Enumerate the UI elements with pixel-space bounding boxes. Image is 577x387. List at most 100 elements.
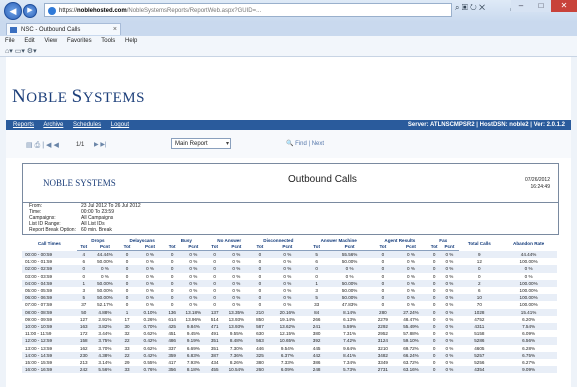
refresh-icon[interactable]: ↻ (470, 3, 477, 12)
table-cell: 44.44% (90, 250, 120, 259)
call-time-cell: 00:00 - 00:59 (22, 250, 77, 259)
address-tools[interactable]: ⌕ ▣ ↻ ✕ (455, 3, 485, 13)
app-nav-strip: Reports Archive Schedules Logout Server:… (6, 120, 571, 130)
home-dropdown-icon[interactable]: ⌂▾ (5, 48, 13, 55)
table-cell: 9.19% (179, 337, 208, 345)
table-cell: 50.00% (327, 294, 372, 302)
table-cell: 260 (250, 366, 269, 374)
nav-logout-link[interactable]: Logout (111, 122, 129, 128)
table-cell: 100.00% (500, 294, 557, 302)
table-cell: 0 % (179, 279, 208, 288)
table-row: 14:00 - 14:59 230 4.38% 22 0.42% 359 6.83% 387 7… (22, 351, 557, 360)
table-cell: 0 % (440, 250, 459, 259)
find-icon[interactable]: 🔍 (286, 141, 293, 147)
feeds-dropdown-icon[interactable]: ▭▾ (15, 48, 25, 55)
table-cell: 19.14% (268, 315, 306, 324)
table-cell: 0 % (221, 294, 251, 302)
table-cell: 137 (207, 308, 222, 316)
table-cell: 6 (76, 258, 91, 266)
table-cell: 52.17% (90, 301, 120, 309)
table-cell: 0 % (221, 258, 251, 266)
table-cell: 0 % (179, 294, 208, 302)
call-time-cell: 06:00 - 06:59 (22, 294, 77, 302)
table-cell: 2279 (371, 315, 394, 324)
table-cell: 100.00% (500, 287, 557, 295)
table-cell: 69.72% (394, 344, 428, 352)
table-cell: 0 (165, 301, 180, 309)
close-window-button[interactable]: ✕ (551, 0, 577, 12)
table-cell: 0 (250, 265, 269, 273)
table-cell: 380 (250, 359, 269, 367)
table-cell: 8.14% (327, 308, 372, 316)
table-cell: 0 (165, 279, 180, 288)
settings-dropdown-icon[interactable]: ⚙▾ (27, 48, 37, 55)
menu-view[interactable]: View (44, 38, 57, 44)
table-cell: 0 % (134, 272, 166, 280)
first-page-icon[interactable]: |◀ (42, 142, 53, 149)
table-cell: 0 % (221, 279, 251, 288)
tab-close-icon[interactable]: × (113, 24, 117, 36)
table-cell: 0 (76, 265, 91, 273)
table-cell: 32 (119, 330, 135, 338)
menu-file[interactable]: File (5, 38, 15, 44)
table-cell: 337 (165, 344, 180, 352)
menu-help[interactable]: Help (125, 38, 137, 44)
nav-schedules-link[interactable]: Schedules (73, 122, 101, 128)
address-bar[interactable]: https://noblehosted.com/NobleSystemsRepo… (44, 3, 452, 17)
table-cell: 4.38% (90, 351, 120, 360)
report-section-select[interactable]: Main Report ▾ (171, 138, 231, 149)
search-icon[interactable]: ⌕ (455, 3, 459, 12)
table-row: 08:00 - 08:59 50 4.88% 1 0.10% 136 13.18% 137 13… (22, 308, 557, 316)
table-cell: 9 (458, 250, 501, 259)
table-cell: 7.93% (179, 359, 208, 367)
table-cell: 0 (371, 294, 394, 302)
call-time-cell: 11:00 - 11:59 (22, 330, 77, 338)
col-abandon-rate: Abandon Rate (513, 241, 545, 247)
nav-reports-link[interactable]: Reports (13, 122, 34, 128)
stop-icon[interactable]: ✕ (479, 3, 485, 12)
table-cell: 0 (250, 279, 269, 288)
table-cell: 13.18% (179, 308, 208, 316)
find-control[interactable]: 🔍 Find | Next (286, 140, 324, 147)
table-cell: 30 (119, 323, 135, 331)
table-cell: 0 % (134, 294, 166, 302)
table-cell: 587 (250, 323, 269, 331)
table-cell: 6.28% (500, 344, 557, 352)
table-cell: 445 (305, 344, 328, 352)
table-cell: 33 (119, 344, 135, 352)
table-cell: 7.34% (327, 359, 372, 367)
table-cell: 5158 (458, 330, 501, 338)
logo-initial: N (12, 86, 27, 107)
table-cell: 213 (76, 359, 91, 367)
menu-tools[interactable]: Tools (101, 38, 115, 44)
forward-button[interactable]: ▶ (23, 4, 37, 18)
table-cell: 0 % (394, 250, 428, 259)
menu-favorites[interactable]: Favorites (67, 38, 92, 44)
table-cell: 10.54% (221, 366, 251, 374)
table-cell: 0 % (179, 301, 208, 309)
table-row: 10:00 - 10:59 163 3.82% 30 0.70% 425 9.84% 471 1… (22, 323, 557, 331)
back-button[interactable]: ◀ (4, 2, 22, 20)
table-cell: 3.75% (90, 337, 120, 345)
call-time-cell: 01:00 - 01:59 (22, 258, 77, 266)
call-time-cell: 05:00 - 05:59 (22, 287, 77, 295)
prev-page-icon[interactable]: ◀ (53, 142, 60, 149)
table-cell: 446 (250, 344, 269, 352)
minimize-button[interactable]: – (511, 0, 531, 12)
export-icon[interactable]: ▤ (26, 142, 35, 149)
ie-icon (48, 7, 56, 15)
table-cell: 84 (305, 308, 328, 316)
table-cell: 5 (305, 294, 328, 302)
next-page-icon[interactable]: ▶ ▶| (94, 142, 106, 148)
table-cell: 0 % (394, 294, 428, 302)
chevron-down-icon: ▾ (225, 141, 229, 147)
tab-outbound-calls[interactable]: NSC - Outbound Calls × (6, 23, 121, 35)
table-cell: 455 (207, 366, 222, 374)
nav-archive-link[interactable]: Archive (43, 122, 63, 128)
maximize-button[interactable]: □ (531, 0, 551, 12)
table-cell: 0 % (90, 272, 120, 280)
menu-edit[interactable]: Edit (24, 38, 34, 44)
table-cell: 3349 (371, 359, 394, 367)
table-cell: 7.30% (221, 344, 251, 352)
table-cell: 0 (371, 301, 394, 309)
